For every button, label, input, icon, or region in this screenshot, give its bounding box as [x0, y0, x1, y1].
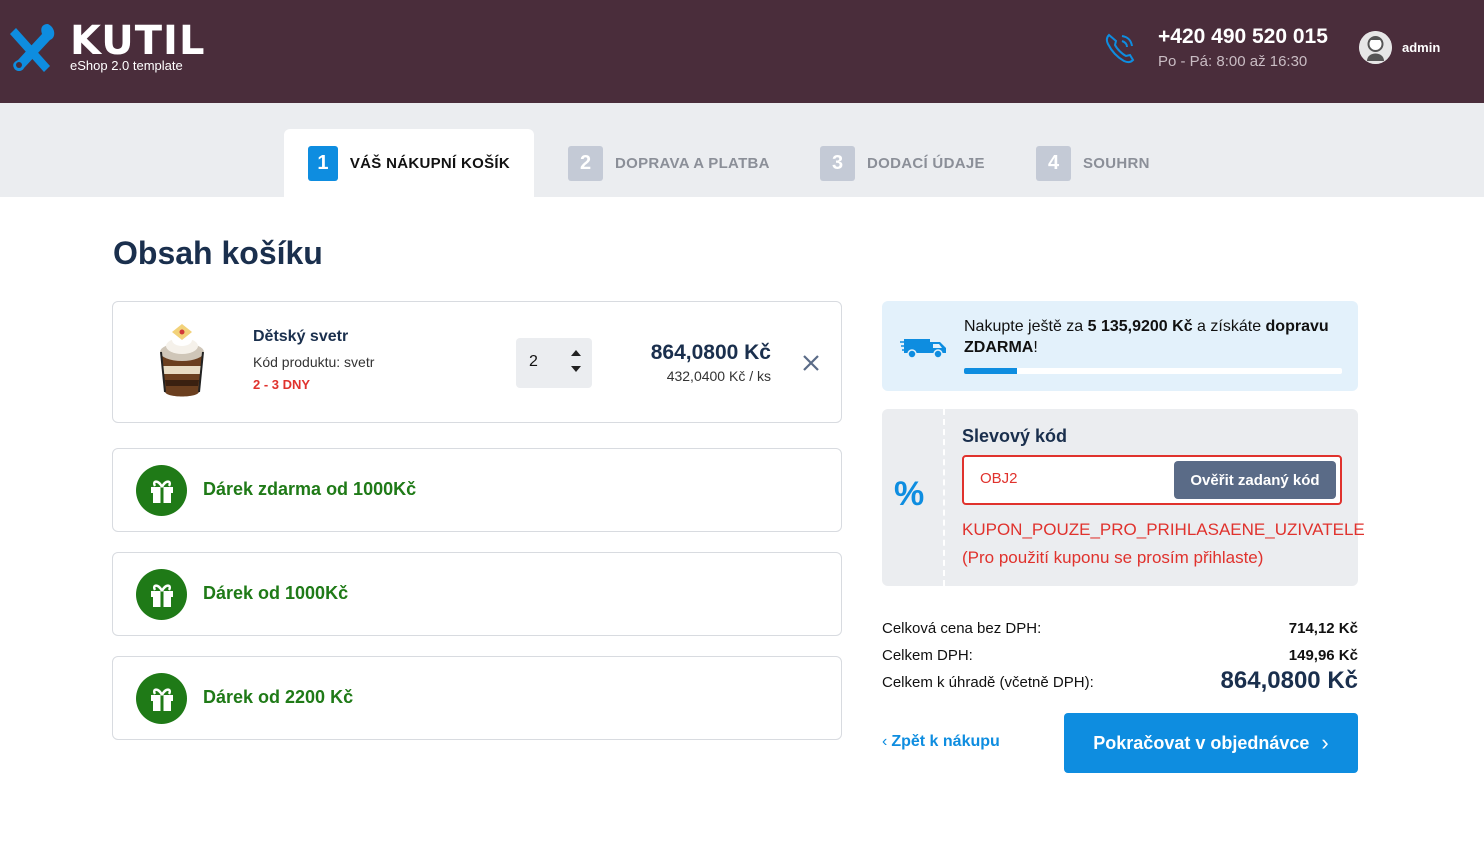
step-label: DOPRAVA A PLATBA	[615, 154, 770, 172]
gift-item: Dárek od 2200 Kč	[112, 656, 842, 740]
logo[interactable]: KUTIL eShop 2.0 template	[10, 18, 210, 78]
divider	[943, 409, 945, 586]
coupon-box: % Slevový kód Ověřit zadaný kód KUPON_PO…	[882, 409, 1365, 586]
total-grand-label: Celkem k úhradě (včetně DPH):	[882, 674, 1094, 691]
coupon-error: KUPON_POUZE_PRO_PRIHLASAENE_UZIVATELE (P…	[962, 516, 1365, 572]
step-number: 4	[1036, 145, 1071, 181]
user-icon	[1359, 31, 1392, 64]
close-icon[interactable]	[801, 353, 821, 373]
cart-item: Dětský svetr Kód produktu: svetr 2 - 3 D…	[112, 301, 842, 423]
phone-icon	[1105, 33, 1135, 64]
percent-icon: %	[894, 475, 925, 513]
step-label: DODACÍ ÚDAJE	[867, 154, 985, 172]
user-name[interactable]: admin	[1402, 40, 1440, 55]
checkout-steps: 1 VÁŠ NÁKUPNÍ KOŠÍK 2 DOPRAVA A PLATBA 3…	[0, 103, 1484, 197]
product-code: Kód produktu: svetr	[253, 354, 375, 370]
step-label: SOUHRN	[1083, 154, 1150, 172]
gift-label: Dárek od 1000Kč	[203, 583, 349, 603]
continue-button-label: Pokračovat v objednávce	[1093, 732, 1310, 753]
gift-item: Dárek od 1000Kč	[112, 552, 842, 636]
total-grand-row: Celkem k úhradě (včetně DPH): 864,0800 K…	[882, 667, 1358, 699]
step-shipping-payment[interactable]: 2 DOPRAVA A PLATBA	[568, 129, 770, 197]
total-grand-value: 864,0800 Kč	[1220, 667, 1358, 694]
back-link-label: Zpět k nákupu	[891, 733, 1000, 750]
coupon-field: Ověřit zadaný kód	[962, 455, 1342, 505]
truck-icon	[900, 339, 946, 359]
total-net-row: Celková cena bez DPH: 714,12 Kč	[882, 618, 1358, 645]
opening-hours: Po - Pá: 8:00 až 16:30	[1158, 53, 1308, 70]
verify-coupon-button[interactable]: Ověřit zadaný kód	[1174, 461, 1336, 499]
coupon-error-message: (Pro použití kuponu se prosím přihlaste)	[962, 548, 1264, 567]
coupon-error-code: KUPON_POUZE_PRO_PRIHLASAENE_UZIVATELE	[962, 520, 1365, 539]
step-summary[interactable]: 4 SOUHRN	[1036, 129, 1150, 197]
total-vat-label: Celkem DPH:	[882, 647, 973, 664]
item-unit-price: 432,0400 Kč / ks	[666, 368, 771, 384]
logo-subtitle: eShop 2.0 template	[70, 58, 183, 73]
gift-label: Dárek od 2200 Kč	[203, 687, 354, 707]
total-net-label: Celková cena bez DPH:	[882, 620, 1042, 637]
header: KUTIL eShop 2.0 template +420 490 520 01…	[0, 0, 1484, 103]
gift-icon	[136, 569, 187, 620]
step-number: 1	[308, 145, 338, 181]
page-title: Obsah košíku	[113, 235, 323, 271]
step-delivery-details[interactable]: 3 DODACÍ ÚDAJE	[820, 129, 985, 197]
chevron-right-icon: ›	[1321, 730, 1329, 755]
remaining-amount: 5 135,9200 Kč	[1087, 318, 1193, 335]
gift-label: Dárek zdarma od 1000Kč	[203, 479, 417, 499]
step-number: 2	[568, 145, 603, 181]
progress-fill	[964, 368, 1017, 374]
free-shipping-box: Nakupte ještě za 5 135,9200 Kč a získáte…	[882, 301, 1358, 391]
total-vat-value: 149,96 Kč	[1288, 647, 1358, 664]
free-shipping-text: Nakupte ještě za 5 135,9200 Kč a získáte…	[964, 318, 1329, 356]
gift-icon	[136, 465, 187, 516]
item-total-price: 864,0800 Kč	[650, 341, 771, 364]
quantity-value[interactable]: 2	[529, 353, 538, 371]
back-to-shop-link[interactable]: ‹ Zpět k nákupu	[882, 733, 1000, 751]
product-image[interactable]	[147, 322, 217, 400]
quantity-down-icon[interactable]	[571, 366, 581, 372]
continue-order-button[interactable]: Pokračovat v objednávce ›	[1064, 713, 1358, 773]
delivery-time: 2 - 3 DNY	[253, 377, 311, 392]
step-cart[interactable]: 1 VÁŠ NÁKUPNÍ KOŠÍK	[284, 129, 534, 197]
gift-icon	[136, 673, 187, 724]
coupon-title: Slevový kód	[962, 426, 1068, 446]
gift-item: Dárek zdarma od 1000Kč	[112, 448, 842, 532]
order-totals: Celková cena bez DPH: 714,12 Kč Celkem D…	[882, 618, 1358, 699]
avatar[interactable]	[1359, 31, 1392, 64]
quantity-stepper[interactable]: 2	[516, 338, 592, 388]
step-number: 3	[820, 145, 855, 181]
coupon-input[interactable]	[980, 470, 1160, 487]
tools-icon	[10, 24, 55, 72]
step-label: VÁŠ NÁKUPNÍ KOŠÍK	[349, 154, 510, 172]
quantity-up-icon[interactable]	[571, 350, 581, 356]
phone-number[interactable]: +420 490 520 015	[1158, 25, 1328, 49]
total-net-value: 714,12 Kč	[1288, 620, 1358, 637]
chevron-left-icon: ‹	[882, 733, 888, 750]
product-name[interactable]: Dětský svetr	[253, 328, 348, 346]
free-shipping-progress	[964, 368, 1342, 374]
